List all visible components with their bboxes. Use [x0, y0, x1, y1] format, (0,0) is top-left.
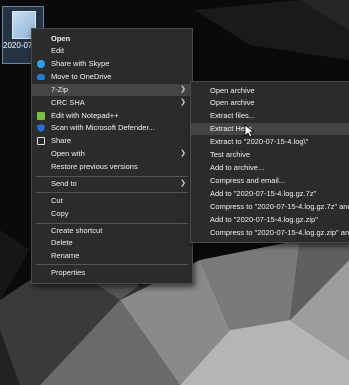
menu-item-label: Open with [51, 149, 85, 158]
submenu-item-label: Extract files... [210, 111, 256, 120]
submenu-item-open-archive[interactable]: Open archive [191, 85, 349, 97]
menu-separator [36, 223, 188, 224]
submenu-item-add-to-archive[interactable]: Add to archive... [191, 162, 349, 174]
menu-separator [36, 192, 188, 193]
submenu-item-compress-and-email[interactable]: Compress and email... [191, 175, 349, 187]
menu-item-label: Restore previous versions [51, 162, 138, 171]
menu-item-move-to-onedrive[interactable]: Move to OneDrive [32, 71, 192, 83]
submenu-item-label: Compress to "2020-07-15-4.log.gz.7z" and… [210, 202, 349, 211]
menu-item-cut[interactable]: Cut [32, 195, 192, 207]
menu-item-label: Cut [51, 196, 63, 205]
submenu-item-label: Open archive [210, 98, 255, 107]
submenu-item-extract-to-folder[interactable]: Extract to "2020-07-15-4.log\" [191, 136, 349, 148]
menu-item-label: Edit with Notepad++ [51, 111, 119, 120]
menu-item-label: Create shortcut [51, 226, 103, 235]
menu-item-copy[interactable]: Copy [32, 208, 192, 220]
menu-item-label: Share [51, 136, 72, 145]
submenu-item-label: Add to archive... [210, 163, 265, 172]
submenu-item-label: Add to "2020-07-15-4.log.gz.7z" [210, 189, 317, 198]
submenu-item-label: Open archive [210, 86, 255, 95]
menu-item-edit[interactable]: Edit [32, 45, 192, 57]
menu-item-label: Edit [51, 46, 64, 55]
menu-item-label: Properties [51, 268, 86, 277]
menu-item-label: Copy [51, 209, 69, 218]
menu-item-label: Scan with Microsoft Defender... [51, 123, 155, 132]
notepad-plus-plus-icon [37, 112, 45, 120]
menu-item-label: 7-Zip [51, 85, 69, 94]
menu-separator [36, 176, 188, 177]
menu-item-properties[interactable]: Properties [32, 267, 192, 279]
submenu-item-extract-files[interactable]: Extract files... [191, 110, 349, 122]
chevron-right-icon: ❯ [180, 150, 186, 157]
menu-item-label: Delete [51, 238, 73, 247]
menu-item-open[interactable]: Open [32, 33, 192, 45]
submenu-item-compress-to-zip-and-email[interactable]: Compress to "2020-07-15-4.log.gz.zip" an… [191, 227, 349, 239]
menu-item-share-with-skype[interactable]: Share with Skype [32, 58, 192, 70]
skype-icon [37, 60, 45, 68]
menu-item-restore-previous-versions[interactable]: Restore previous versions [32, 161, 192, 173]
menu-item-rename[interactable]: Rename [32, 250, 192, 262]
7zip-submenu: Open archive Open archive Extract files.… [190, 81, 349, 243]
submenu-item-compress-to-7z-and-email[interactable]: Compress to "2020-07-15-4.log.gz.7z" and… [191, 201, 349, 213]
context-menu: Open Edit Share with Skype Move to OneDr… [31, 28, 193, 284]
submenu-item-open-archive-2[interactable]: Open archive [191, 97, 349, 109]
menu-item-label: CRC SHA [51, 98, 85, 107]
menu-separator [36, 264, 188, 265]
submenu-item-test-archive[interactable]: Test archive [191, 149, 349, 161]
menu-item-share[interactable]: Share [32, 135, 192, 147]
menu-item-open-with[interactable]: Open with ❯ [32, 148, 192, 160]
menu-item-scan-with-defender[interactable]: Scan with Microsoft Defender... [32, 122, 192, 134]
submenu-item-add-to-zip[interactable]: Add to "2020-07-15-4.log.gz.zip" [191, 214, 349, 226]
share-icon [37, 137, 45, 145]
submenu-item-label: Extract to "2020-07-15-4.log\" [210, 137, 309, 146]
defender-icon [37, 124, 45, 132]
menu-item-label: Open [51, 34, 71, 43]
submenu-item-add-to-7z[interactable]: Add to "2020-07-15-4.log.gz.7z" [191, 188, 349, 200]
menu-item-label: Rename [51, 251, 80, 260]
submenu-item-label: Compress to "2020-07-15-4.log.gz.zip" an… [210, 228, 349, 237]
menu-item-label: Move to OneDrive [51, 72, 112, 81]
menu-item-label: Send to [51, 179, 77, 188]
onedrive-icon [37, 74, 45, 80]
mouse-cursor-icon [244, 124, 254, 138]
chevron-right-icon: ❯ [180, 180, 186, 187]
chevron-right-icon: ❯ [180, 99, 186, 106]
submenu-item-extract-here[interactable]: Extract Here [191, 123, 349, 135]
menu-item-send-to[interactable]: Send to ❯ [32, 178, 192, 190]
menu-item-create-shortcut[interactable]: Create shortcut [32, 225, 192, 237]
menu-item-label: Share with Skype [51, 59, 110, 68]
submenu-item-label: Add to "2020-07-15-4.log.gz.zip" [210, 215, 318, 224]
submenu-item-label: Compress and email... [210, 176, 286, 185]
menu-item-crc-sha[interactable]: CRC SHA ❯ [32, 97, 192, 109]
chevron-right-icon: ❯ [180, 86, 186, 93]
menu-item-edit-with-notepad[interactable]: Edit with Notepad++ [32, 110, 192, 122]
menu-item-7zip[interactable]: 7-Zip ❯ [32, 84, 192, 96]
submenu-item-label: Test archive [210, 150, 251, 159]
menu-item-delete[interactable]: Delete [32, 237, 192, 249]
